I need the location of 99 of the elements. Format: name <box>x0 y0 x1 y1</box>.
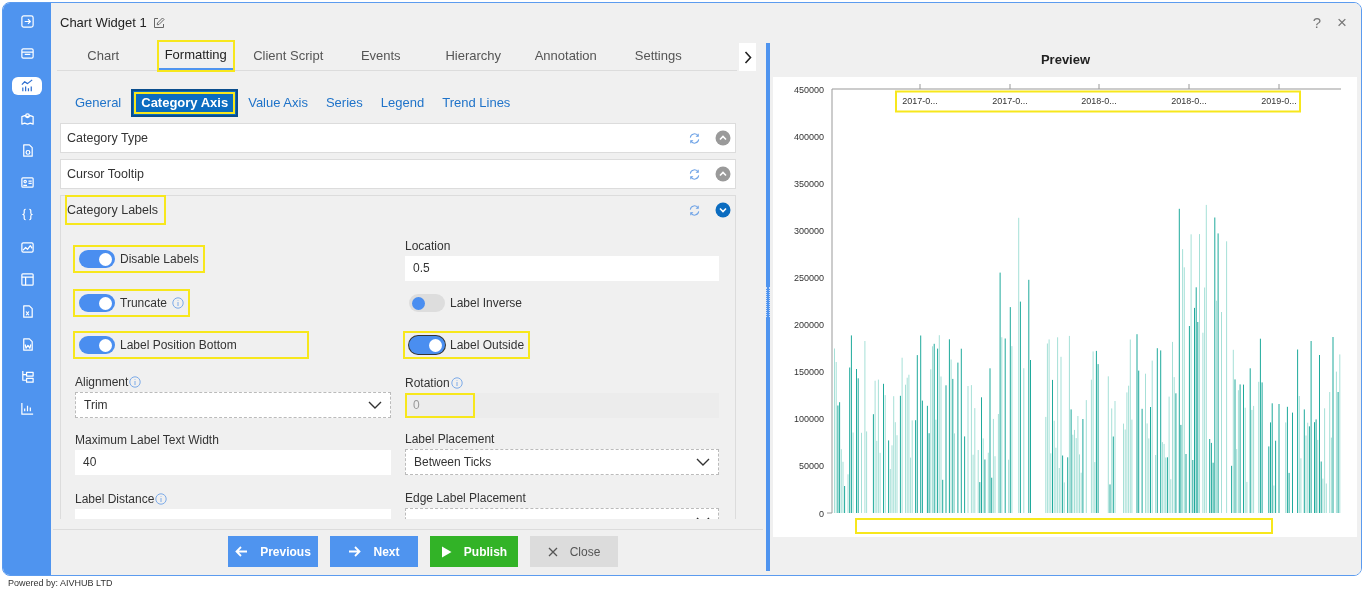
refresh-icon[interactable] <box>688 167 701 181</box>
toggle-switch[interactable] <box>79 294 115 312</box>
arrow-left-icon <box>235 546 249 557</box>
section-header[interactable]: Cursor Tooltip <box>61 160 735 188</box>
field-label: Rotation <box>405 374 450 392</box>
axis-label: 2017-0... <box>902 96 938 106</box>
sidebar-item[interactable] <box>19 368 35 384</box>
section-header[interactable]: Category Type <box>61 124 735 152</box>
field-label: Location <box>405 237 451 255</box>
collapse-icon[interactable] <box>715 202 731 218</box>
tab[interactable]: Annotation <box>528 42 603 70</box>
axis-label: 450000 <box>793 84 824 95</box>
expand-icon[interactable] <box>715 166 731 182</box>
footer-text: Powered by: AIVHUB LTD <box>8 577 113 590</box>
toggle-switch[interactable] <box>79 336 115 354</box>
expand-icon[interactable] <box>715 130 731 146</box>
section-title: Cursor Tooltip <box>67 165 144 183</box>
field-label: Alignment <box>75 374 129 391</box>
toggle-switch[interactable] <box>79 250 115 268</box>
axis-label: 200000 <box>793 320 824 331</box>
id-card-icon <box>19 175 35 191</box>
preview-title: Preview <box>1039 51 1092 70</box>
section-title: Category Labels <box>67 196 165 224</box>
close-button[interactable]: × <box>1337 10 1347 36</box>
input-field[interactable]: 0.5 <box>405 255 719 281</box>
scroll-right-button[interactable] <box>739 43 756 71</box>
arrow-box-icon <box>19 13 35 29</box>
toggle-switch[interactable] <box>409 336 445 354</box>
axis-label: 150000 <box>793 367 824 378</box>
section-title: Category Type <box>67 129 149 147</box>
axis-label: 250000 <box>793 272 824 283</box>
sidebar-item[interactable] <box>12 76 42 95</box>
map-pin-icon <box>19 110 35 126</box>
toggle-switch[interactable] <box>409 294 445 312</box>
axis-label: 50000 <box>798 461 824 472</box>
tab[interactable]: Client Script <box>247 42 330 70</box>
field-label: Maximum Label Text Width <box>75 431 219 449</box>
tab[interactable]: Settings <box>628 42 688 70</box>
tab[interactable]: Legend <box>372 89 433 117</box>
tab[interactable]: Value Axis <box>240 89 316 117</box>
hierarchy-icon <box>19 368 35 384</box>
braces-icon <box>19 207 35 223</box>
info-icon[interactable] <box>129 376 142 388</box>
toggle-label: Truncate <box>120 295 167 312</box>
sidebar-item[interactable] <box>19 13 35 29</box>
input-field[interactable]: 40 <box>75 449 391 475</box>
axis-label: 0 <box>819 508 824 519</box>
dropdown[interactable]: Between Ticks <box>405 449 719 475</box>
line-chart-icon <box>19 78 35 94</box>
refresh-icon[interactable] <box>688 131 701 145</box>
sidebar-item[interactable] <box>19 110 35 126</box>
axis-label: 400000 <box>793 131 824 142</box>
axis-label: 2018-0... <box>1171 96 1207 106</box>
sidebar-item[interactable] <box>19 207 35 223</box>
sidebar-item[interactable] <box>19 45 35 61</box>
window-title: Chart Widget 1 <box>60 14 147 33</box>
dropdown[interactable]: Trim <box>75 392 391 418</box>
tab[interactable]: Formatting <box>158 42 233 70</box>
play-icon <box>440 545 452 558</box>
field-label: Label Distance <box>75 490 155 508</box>
close-icon <box>547 546 558 557</box>
sidebar-item[interactable] <box>19 401 35 417</box>
tab[interactable]: Hierarchy <box>439 42 508 70</box>
axis-label: 2017-0... <box>992 96 1028 106</box>
axis-label: 100000 <box>793 414 824 425</box>
sidebar-item[interactable] <box>19 239 35 255</box>
tab[interactable]: Chart <box>81 42 126 70</box>
chevron-down-icon <box>696 458 710 466</box>
axis-label: 300000 <box>793 225 824 236</box>
sidebar-item[interactable] <box>19 272 35 287</box>
image-icon <box>19 239 35 255</box>
tab[interactable]: General <box>67 89 130 117</box>
close-button[interactable]: Close <box>530 536 618 567</box>
axis-label: 350000 <box>793 178 824 189</box>
table-icon <box>19 45 35 61</box>
layout-icon <box>19 272 35 287</box>
toggle-label: Disable Labels <box>120 251 199 268</box>
tab[interactable]: Category Axis <box>131 89 239 117</box>
edit-icon[interactable] <box>152 17 165 29</box>
arrow-right-icon <box>348 546 362 557</box>
tab[interactable]: Events <box>354 42 407 70</box>
help-button[interactable]: ? <box>1312 11 1322 35</box>
chevron-right-icon <box>743 50 752 64</box>
refresh-icon[interactable] <box>688 203 701 217</box>
field-label: Edge Label Placement <box>405 490 526 507</box>
tab[interactable]: Trend Lines <box>434 89 519 117</box>
sidebar-item[interactable] <box>19 175 35 191</box>
info-icon[interactable] <box>171 297 184 309</box>
info-icon[interactable] <box>155 492 168 505</box>
toggle-label: Label Inverse <box>450 295 523 312</box>
toggle-label: Label Position Bottom <box>120 337 237 354</box>
chevron-down-icon <box>368 401 382 409</box>
axis-label: 2019-0... <box>1261 96 1297 106</box>
toggle-label: Label Outside <box>450 337 525 354</box>
axis-label: 2018-0... <box>1081 96 1117 106</box>
field-label: Label Placement <box>405 431 495 448</box>
bar-chart-icon <box>19 401 35 417</box>
drag-handle-icon[interactable] <box>766 287 770 317</box>
tab[interactable]: Series <box>317 89 371 117</box>
